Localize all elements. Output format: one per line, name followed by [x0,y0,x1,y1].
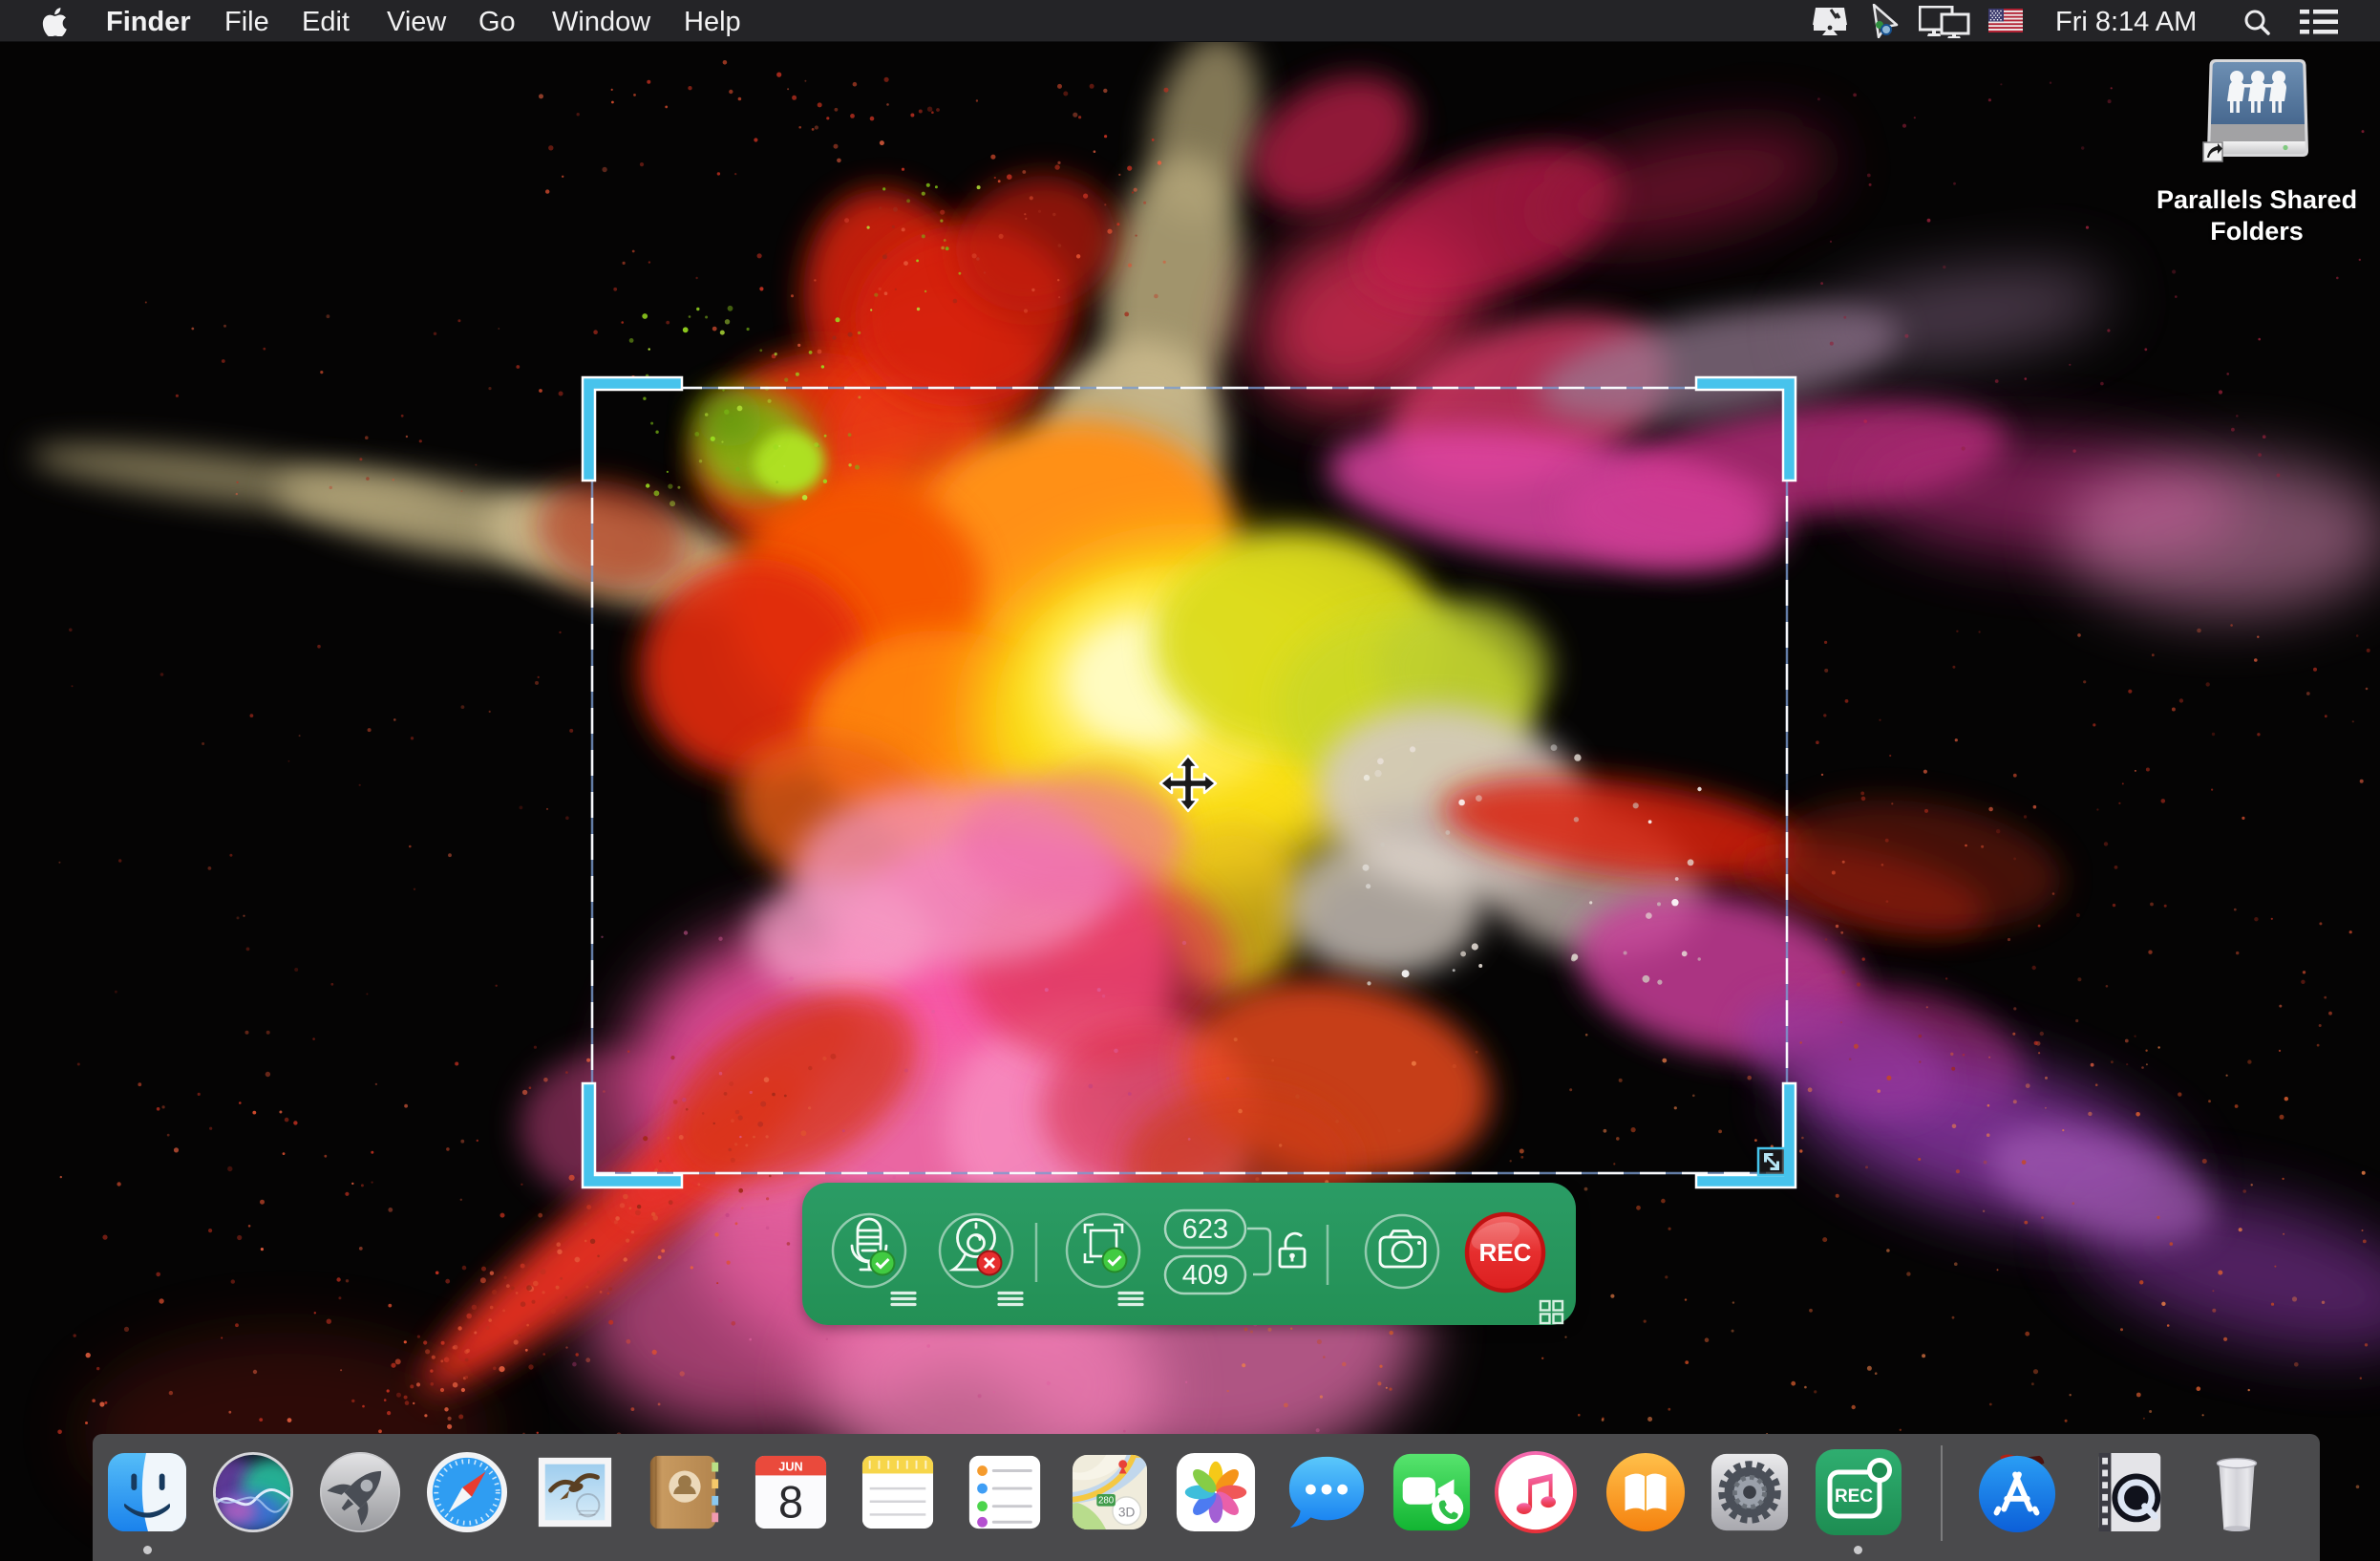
svg-text:JUN: JUN [778,1461,802,1474]
svg-text:REC: REC [1479,1238,1532,1267]
svg-text:280: 280 [1098,1496,1115,1507]
svg-text:623: 623 [1182,1214,1228,1245]
svg-text:REC: REC [1835,1486,1873,1507]
svg-text:409: 409 [1182,1260,1228,1291]
svg-text:8: 8 [778,1477,803,1527]
svg-text:3D: 3D [1118,1505,1136,1519]
